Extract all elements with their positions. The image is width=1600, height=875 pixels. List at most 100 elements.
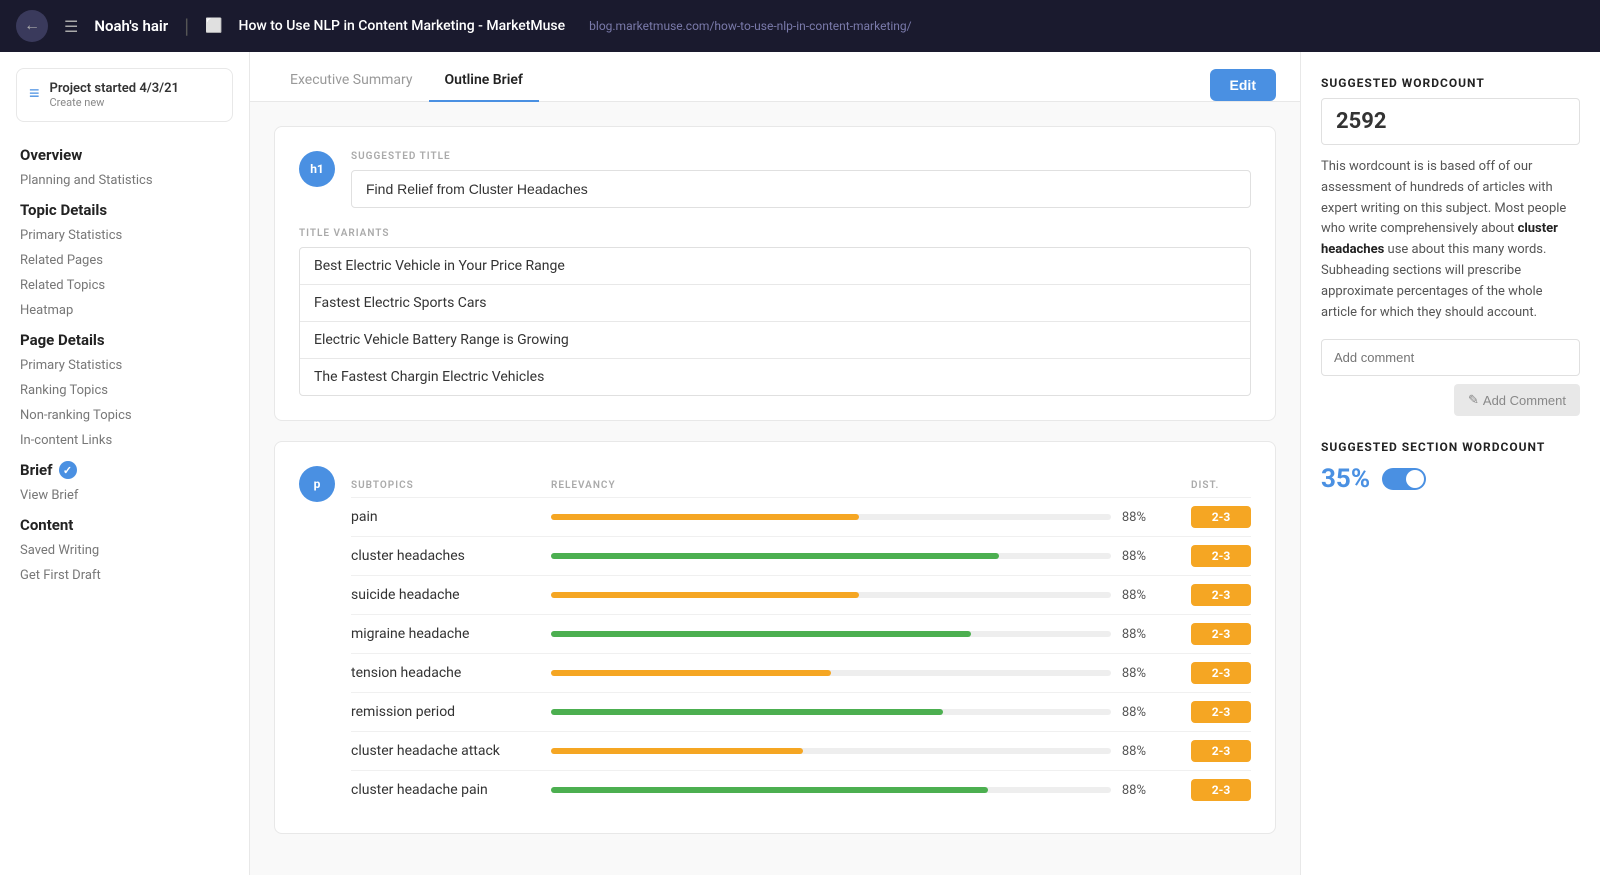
subtopics-col-label: SUBTOPICS (351, 480, 551, 491)
project-name: Project started 4/3/21 (50, 81, 179, 96)
tabs-bar: Executive Summary Outline Brief Edit (250, 52, 1300, 102)
sidebar-item-primary-stats-page[interactable]: Primary Statistics (0, 353, 249, 378)
sidebar: ≡ Project started 4/3/21 Create new Over… (0, 52, 250, 875)
comment-icon: ✎ (1468, 392, 1479, 408)
main-layout: ≡ Project started 4/3/21 Create new Over… (0, 52, 1600, 875)
sidebar-content-title: Content (0, 508, 249, 538)
dist-badge: 2-3 (1191, 545, 1251, 567)
brief-check-badge: ✓ (59, 461, 77, 479)
tab-executive-summary[interactable]: Executive Summary (274, 60, 429, 102)
relevancy-bar-bg (551, 553, 1111, 559)
nav-url[interactable]: blog.marketmuse.com/how-to-use-nlp-in-co… (589, 19, 911, 33)
variant-item-4[interactable]: The Fastest Chargin Electric Vehicles (300, 359, 1250, 395)
sidebar-item-get-first-draft[interactable]: Get First Draft (0, 563, 249, 588)
dist-badge: 2-3 (1191, 662, 1251, 684)
subtopics-header: SUBTOPICS RELEVANCY DIST. (351, 474, 1251, 497)
dist-badge: 2-3 (1191, 506, 1251, 528)
project-card[interactable]: ≡ Project started 4/3/21 Create new (16, 68, 233, 122)
top-nav: ← ☰ Noah's hair | ⬜ How to Use NLP in Co… (0, 0, 1600, 52)
sidebar-topic-details-title: Topic Details (0, 193, 249, 223)
workspace-doc-icon: ☰ (64, 17, 78, 36)
sidebar-item-saved-writing[interactable]: Saved Writing (0, 538, 249, 563)
relevancy-pct: 88% (1111, 627, 1146, 642)
suggested-title-input[interactable] (351, 170, 1251, 208)
page-doc-icon: ⬜ (205, 18, 222, 34)
relevancy-bar-container (551, 514, 1111, 520)
subtopic-name: cluster headache attack (351, 743, 551, 759)
relevancy-bar-bg (551, 670, 1111, 676)
relevancy-bar (551, 670, 831, 676)
back-icon: ← (24, 17, 40, 35)
subtopics-rows: pain 88% 2-3 cluster headaches 88% 2-3 s… (351, 497, 1251, 809)
subtopic-name: remission period (351, 704, 551, 720)
sidebar-page-details-title: Page Details (0, 323, 249, 353)
relevancy-pct: 88% (1111, 588, 1146, 603)
subtopic-row: migraine headache 88% 2-3 (351, 614, 1251, 653)
h1-badge: h1 (299, 151, 335, 187)
add-comment-button[interactable]: ✎ Add Comment (1454, 384, 1580, 416)
suggested-title-label: SUGGESTED TITLE (351, 151, 1251, 162)
relevancy-bar-container (551, 631, 1111, 637)
relevancy-pct: 88% (1111, 510, 1146, 525)
relevancy-bar-container (551, 592, 1111, 598)
sidebar-item-view-brief[interactable]: View Brief (0, 483, 249, 508)
title-variants-label: TITLE VARIANTS (299, 228, 1251, 239)
variant-item-2[interactable]: Fastest Electric Sports Cars (300, 285, 1250, 322)
section-wordcount-label: SUGGESTED SECTION WORDCOUNT (1321, 440, 1580, 454)
sidebar-item-in-content-links[interactable]: In-content Links (0, 428, 249, 453)
dist-badge: 2-3 (1191, 779, 1251, 801)
relevancy-bar (551, 748, 803, 754)
subtopic-row: suicide headache 88% 2-3 (351, 575, 1251, 614)
relevancy-bar-bg (551, 592, 1111, 598)
sidebar-item-non-ranking-topics[interactable]: Non-ranking Topics (0, 403, 249, 428)
relevancy-bar-bg (551, 709, 1111, 715)
subtopic-row: pain 88% 2-3 (351, 497, 1251, 536)
toggle-switch[interactable] (1382, 468, 1426, 490)
dist-col-label: DIST. (1191, 480, 1251, 491)
edit-button[interactable]: Edit (1210, 69, 1276, 101)
back-button[interactable]: ← (16, 10, 48, 42)
relevancy-pct-col (1111, 480, 1191, 491)
tab-outline-brief[interactable]: Outline Brief (429, 60, 539, 102)
relevancy-bar (551, 514, 859, 520)
workspace-name: Noah's hair (94, 17, 168, 35)
dist-badge: 2-3 (1191, 584, 1251, 606)
subtopic-row: tension headache 88% 2-3 (351, 653, 1251, 692)
wordcount-box: 2592 (1321, 98, 1580, 145)
relevancy-bar (551, 553, 999, 559)
nav-divider: | (184, 14, 189, 38)
relevancy-pct: 88% (1111, 549, 1146, 564)
variant-item-3[interactable]: Electric Vehicle Battery Range is Growin… (300, 322, 1250, 359)
relevancy-bar-container (551, 748, 1111, 754)
comment-input[interactable] (1321, 339, 1580, 376)
project-sub[interactable]: Create new (50, 96, 179, 109)
subtopic-row: cluster headache pain 88% 2-3 (351, 770, 1251, 809)
relevancy-bar-container (551, 709, 1111, 715)
relevancy-bar-container (551, 787, 1111, 793)
sidebar-item-related-pages[interactable]: Related Pages (0, 248, 249, 273)
relevancy-bar-bg (551, 514, 1111, 520)
section-header: h1 SUGGESTED TITLE (299, 151, 1251, 208)
subtopic-name: tension headache (351, 665, 551, 681)
relevancy-bar-bg (551, 787, 1111, 793)
wordcount-description: This wordcount is is based off of our as… (1321, 157, 1580, 323)
suggested-section-wordcount: SUGGESTED SECTION WORDCOUNT 35% (1321, 440, 1580, 494)
dist-badge: 2-3 (1191, 701, 1251, 723)
scroll-content: h1 SUGGESTED TITLE TITLE VARIANTS Best E… (250, 102, 1300, 875)
sidebar-item-ranking-topics[interactable]: Ranking Topics (0, 378, 249, 403)
variant-item-1[interactable]: Best Electric Vehicle in Your Price Rang… (300, 248, 1250, 285)
relevancy-bar (551, 592, 859, 598)
relevancy-bar-bg (551, 748, 1111, 754)
subtopics-section: SUBTOPICS RELEVANCY DIST. pain 88% 2-3 (351, 474, 1251, 809)
subtopic-name: pain (351, 509, 551, 525)
relevancy-bar-container (551, 670, 1111, 676)
sidebar-item-primary-stats-topic[interactable]: Primary Statistics (0, 223, 249, 248)
project-icon: ≡ (29, 83, 40, 104)
sidebar-item-related-topics[interactable]: Related Topics (0, 273, 249, 298)
sidebar-item-heatmap[interactable]: Heatmap (0, 298, 249, 323)
relevancy-bar (551, 631, 971, 637)
sidebar-item-planning[interactable]: Planning and Statistics (0, 168, 249, 193)
subtopic-name: cluster headache pain (351, 782, 551, 798)
relevancy-bar (551, 787, 988, 793)
relevancy-pct: 88% (1111, 705, 1146, 720)
